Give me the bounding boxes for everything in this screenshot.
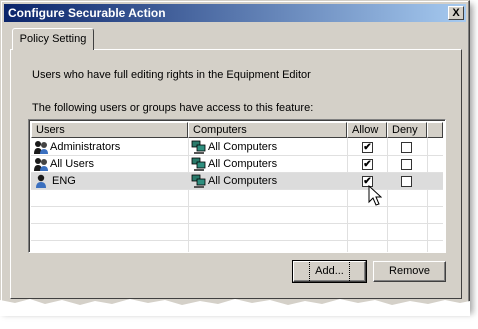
user-name: All Users bbox=[50, 158, 95, 170]
column-header-allow[interactable]: Allow bbox=[347, 122, 387, 138]
group-users-icon bbox=[34, 158, 48, 171]
deny-checkbox[interactable] bbox=[401, 142, 412, 153]
column-header-deny[interactable]: Deny bbox=[387, 122, 427, 138]
add-button-label: Add... bbox=[309, 260, 350, 283]
user-name: Administrators bbox=[50, 141, 121, 153]
title-bar[interactable]: Configure Securable Action X bbox=[4, 4, 466, 22]
allow-checkbox[interactable]: ✔ bbox=[362, 142, 373, 153]
close-button[interactable]: X bbox=[448, 6, 464, 20]
group-users-icon bbox=[34, 141, 48, 154]
deny-checkbox[interactable] bbox=[401, 159, 412, 170]
column-header-computers[interactable]: Computers bbox=[188, 122, 347, 138]
empty-row bbox=[31, 207, 443, 224]
table-row[interactable]: All Users All Computers ✔ bbox=[31, 156, 443, 173]
torn-edge bbox=[0, 299, 470, 316]
empty-row bbox=[31, 224, 443, 241]
remove-button[interactable]: Remove bbox=[373, 261, 446, 282]
tab-policy-setting[interactable]: Policy Setting bbox=[12, 28, 94, 50]
user-name: ENG bbox=[52, 175, 76, 187]
add-button[interactable]: Add... bbox=[292, 260, 367, 283]
allow-checkbox[interactable]: ✔ bbox=[362, 159, 373, 170]
deny-checkbox[interactable] bbox=[401, 176, 412, 187]
description-text: Users who have full editing rights in th… bbox=[32, 69, 311, 81]
computer-name: All Computers bbox=[208, 158, 278, 170]
mouse-cursor-icon bbox=[368, 185, 382, 206]
column-header-filler bbox=[427, 122, 443, 138]
computers-icon bbox=[191, 174, 206, 188]
table-row[interactable]: Administrators All Computers ✔ bbox=[31, 139, 443, 156]
computers-icon bbox=[191, 157, 206, 171]
user-icon bbox=[36, 174, 46, 188]
list-header: Users Computers Allow Deny bbox=[31, 122, 443, 138]
window-title: Configure Securable Action bbox=[8, 6, 166, 20]
computer-name: All Computers bbox=[208, 175, 278, 187]
column-header-users[interactable]: Users bbox=[31, 122, 188, 138]
computers-icon bbox=[191, 140, 206, 154]
remove-button-label: Remove bbox=[389, 265, 430, 277]
users-list[interactable]: Users Computers Allow Deny Administrator… bbox=[28, 119, 446, 253]
computer-name: All Computers bbox=[208, 141, 278, 153]
access-label: The following users or groups have acces… bbox=[32, 102, 314, 114]
